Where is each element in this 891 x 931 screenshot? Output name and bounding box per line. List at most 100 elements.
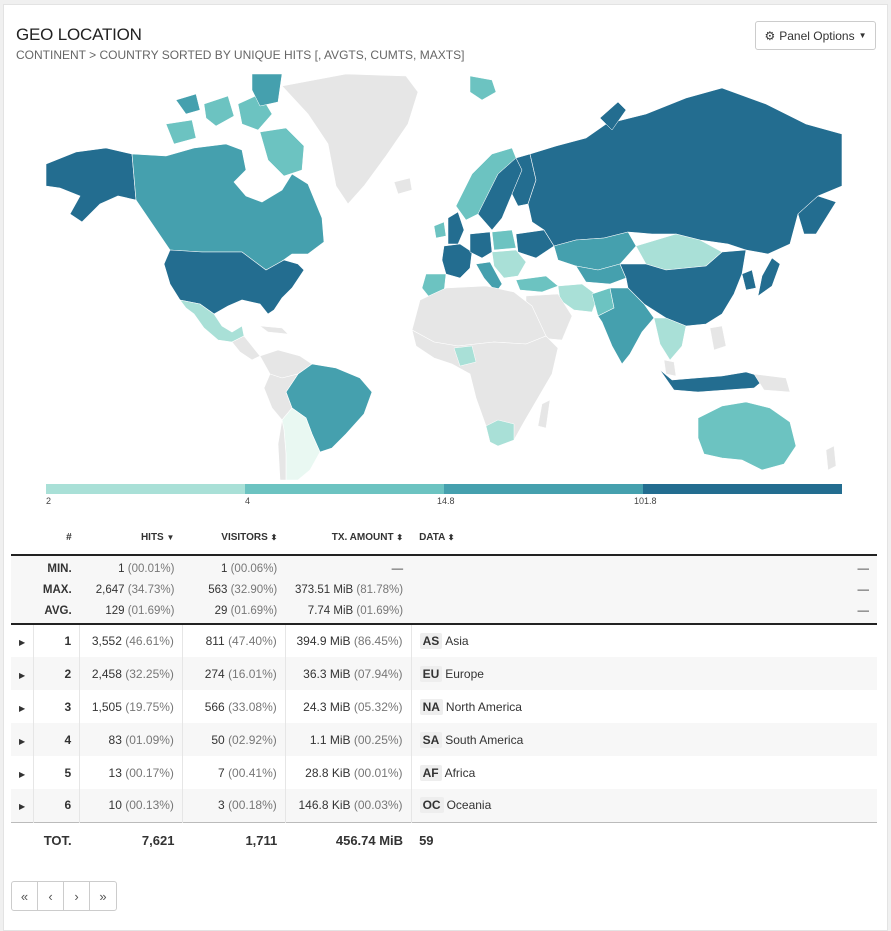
totals-tx: 456.74 MiB — [285, 821, 412, 858]
header-hits[interactable]: HITS ▼ — [79, 521, 183, 556]
continent-name: Oceania — [446, 798, 492, 813]
expand-icon[interactable]: ▶ — [11, 756, 35, 789]
map-australia[interactable] — [697, 401, 797, 471]
meta-visitors: 563 (32.90%) — [182, 578, 286, 601]
map-indochina[interactable] — [653, 317, 687, 361]
row-visitors: 566 (33.08%) — [182, 690, 286, 723]
map-philippines[interactable] — [709, 325, 727, 351]
continent-name: Asia — [445, 634, 469, 648]
map-japan[interactable] — [757, 257, 781, 297]
table-row[interactable]: ▶ 4 83 (01.09%) 50 (02.92%) 1.1 MiB (00.… — [11, 723, 877, 756]
map-arctic-isl-2[interactable] — [203, 95, 235, 127]
continent-code: OC — [419, 797, 444, 814]
map-madagascar[interactable] — [537, 399, 551, 429]
map-south-africa[interactable] — [485, 419, 515, 447]
row-data: AF Africa — [411, 756, 877, 789]
map-alaska[interactable] — [46, 147, 137, 223]
row-data: OC Oceania — [411, 789, 877, 822]
map-uk[interactable] — [447, 211, 465, 245]
totals-visitors: 1,711 — [182, 821, 286, 858]
last-page-button[interactable]: » — [90, 882, 116, 910]
row-visitors: 811 (47.40%) — [182, 624, 286, 657]
map-greenland-isl[interactable] — [393, 177, 413, 195]
meta-row-max: MAX. 2,647 (34.73%) 563 (32.90%) 373.51 … — [11, 578, 877, 601]
row-visitors: 7 (00.41%) — [182, 756, 286, 789]
continent-name: South America — [445, 732, 524, 747]
legend-label: 2 — [46, 496, 52, 506]
row-hits: 3,552 (46.61%) — [79, 624, 183, 657]
meta-hits: 2,647 (34.73%) — [79, 578, 183, 601]
map-central-america[interactable] — [231, 335, 261, 361]
table-row[interactable]: ▶ 3 1,505 (19.75%) 566 (33.08%) 24.3 MiB… — [11, 690, 877, 723]
table-row[interactable]: ▶ 2 2,458 (32.25%) 274 (16.01%) 36.3 MiB… — [11, 657, 877, 690]
meta-tx: 373.51 MiB (81.78%) — [285, 578, 412, 601]
totals-label: TOT. — [33, 821, 80, 858]
first-page-button[interactable]: « — [12, 882, 38, 910]
meta-row-avg: AVG. 129 (01.69%) 29 (01.69%) 7.74 MiB (… — [11, 601, 877, 625]
row-hits: 2,458 (32.25%) — [79, 657, 183, 690]
meta-data: — — [411, 578, 877, 601]
map-baffin[interactable] — [259, 127, 305, 177]
continent-name: Europe — [445, 666, 484, 681]
next-page-button[interactable]: › — [64, 882, 90, 910]
expand-icon[interactable]: ▶ — [11, 789, 35, 822]
map-new-zealand[interactable] — [825, 445, 837, 471]
map-arctic-isl-1[interactable] — [175, 93, 201, 115]
row-hits: 10 (00.13%) — [79, 789, 183, 822]
panel-options-label: Panel Options — [779, 28, 855, 43]
map-balkans[interactable] — [491, 249, 527, 279]
expand-icon[interactable]: ▶ — [11, 723, 35, 756]
header-spacer — [11, 521, 34, 556]
continent-code: SA — [419, 731, 443, 748]
map-france[interactable] — [441, 243, 473, 279]
map-malaysia[interactable] — [663, 359, 677, 377]
table-row[interactable]: ▶ 6 10 (00.13%) 3 (00.18%) 146.8 KiB (00… — [11, 789, 877, 822]
map-indonesia[interactable] — [659, 369, 767, 393]
row-tx: 28.8 KiB (00.01%) — [285, 756, 412, 789]
world-map — [46, 74, 842, 480]
legend-labels: 2 4 14.8 101.8 — [46, 496, 842, 508]
meta-data: — — [411, 555, 877, 578]
meta-hits: 1 (00.01%) — [79, 555, 183, 578]
map-ireland[interactable] — [433, 221, 447, 239]
map-korea[interactable] — [741, 269, 757, 291]
panel-title: GEO LOCATION — [16, 25, 142, 44]
totals-data: 59 — [411, 821, 877, 858]
map-arctic-isl-5[interactable] — [165, 119, 197, 145]
header-data[interactable]: DATA ⬍ — [411, 521, 877, 556]
expand-icon[interactable]: ▶ — [11, 624, 35, 657]
expand-icon[interactable]: ▶ — [11, 690, 35, 723]
panel-options-button[interactable]: ⚙ Panel Options ▼ — [755, 21, 876, 50]
continent-code: EU — [419, 665, 443, 682]
sort-icon: ⬍ — [447, 533, 455, 542]
map-poland[interactable] — [491, 229, 517, 251]
row-index: 5 — [33, 756, 81, 789]
sort-icon: ⬍ — [270, 533, 278, 542]
map-russia[interactable] — [527, 87, 842, 255]
legend-label: 101.8 — [634, 496, 657, 506]
map-new-guinea[interactable] — [753, 373, 791, 393]
sort-icon: ⬍ — [396, 533, 404, 542]
map-iceland[interactable] — [469, 75, 497, 101]
geo-table: # HITS ▼ VISITORS ⬍ TX. AMOUNT ⬍ DATA ⬍ … — [11, 521, 877, 858]
table-header-row: # HITS ▼ VISITORS ⬍ TX. AMOUNT ⬍ DATA ⬍ — [11, 521, 877, 556]
map-cuba[interactable] — [259, 325, 289, 335]
row-visitors: 274 (16.01%) — [182, 657, 286, 690]
table-row[interactable]: ▶ 5 13 (00.17%) 7 (00.41%) 28.8 KiB (00.… — [11, 756, 877, 789]
legend-swatch-3 — [444, 484, 643, 494]
prev-page-button[interactable]: ‹ — [38, 882, 64, 910]
meta-label: MAX. — [33, 578, 80, 601]
row-index: 2 — [33, 657, 81, 690]
map-turkey[interactable] — [515, 275, 559, 293]
expand-icon[interactable]: ▶ — [11, 657, 35, 690]
map-north-africa[interactable] — [411, 285, 547, 347]
table-row[interactable]: ▶ 1 3,552 (46.61%) 811 (47.40%) 394.9 Mi… — [11, 624, 877, 657]
header-visitors[interactable]: VISITORS ⬍ — [182, 521, 286, 556]
map-germany[interactable] — [469, 231, 493, 259]
header-tx-amount[interactable]: TX. AMOUNT ⬍ — [285, 521, 412, 556]
row-index: 4 — [33, 723, 81, 756]
legend-label: 4 — [245, 496, 251, 506]
meta-data: — — [411, 601, 877, 625]
map-africa[interactable] — [411, 329, 559, 447]
row-data: NA North America — [411, 690, 877, 723]
